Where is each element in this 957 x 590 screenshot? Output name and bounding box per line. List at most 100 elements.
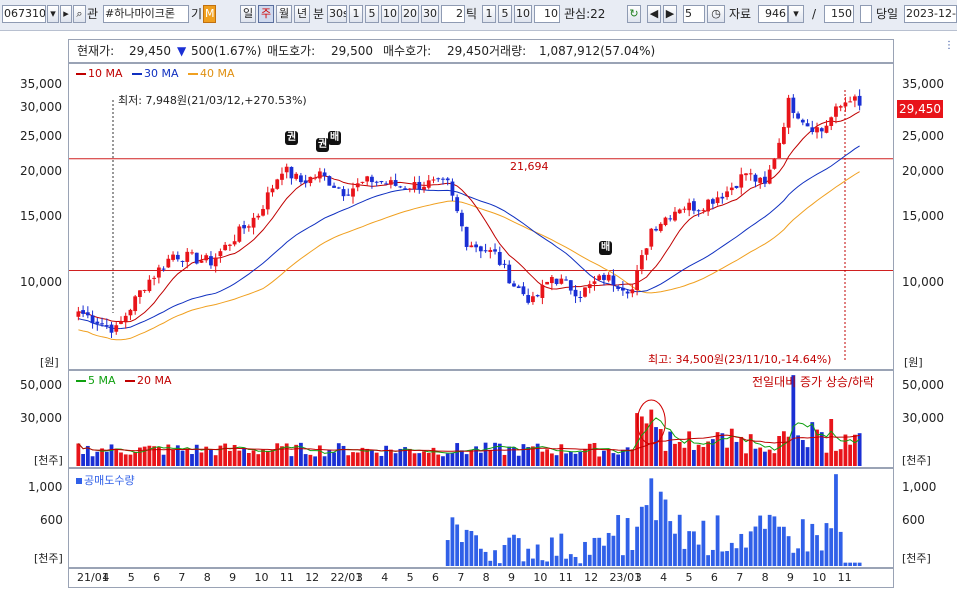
volume-bar bbox=[777, 436, 782, 466]
short-tick-right-600: 600 bbox=[902, 513, 925, 527]
candle-body bbox=[677, 209, 682, 214]
candle-body bbox=[199, 260, 204, 263]
candle-body bbox=[853, 96, 857, 101]
short-sale-bar bbox=[715, 515, 720, 566]
short-sale-bar bbox=[649, 478, 654, 566]
candle-body bbox=[190, 252, 194, 254]
volume-bar bbox=[488, 449, 493, 466]
x-tick-label: 4 bbox=[102, 571, 110, 584]
short-sale-bar bbox=[834, 474, 838, 566]
short-sale-bar bbox=[573, 556, 578, 566]
short-sale-bar bbox=[445, 540, 450, 566]
short-sale-bar bbox=[682, 548, 687, 566]
short-sale-bar bbox=[758, 515, 763, 566]
candle-body bbox=[360, 181, 365, 183]
volume-bar bbox=[853, 434, 857, 466]
candle-body bbox=[744, 173, 748, 176]
candle-body bbox=[758, 177, 763, 183]
volume-bar bbox=[564, 453, 568, 466]
y-tick-right-35000: 35,000 bbox=[902, 77, 944, 91]
short-sale-bar bbox=[521, 561, 526, 566]
volume-bar bbox=[313, 456, 318, 466]
candle-body bbox=[275, 179, 280, 189]
volume-bar bbox=[554, 455, 559, 466]
short-sale-bar bbox=[848, 562, 853, 566]
x-tick-label: 12 bbox=[305, 571, 320, 584]
candle-body bbox=[128, 309, 133, 316]
volume-bar bbox=[763, 451, 767, 466]
candle-body bbox=[379, 181, 384, 183]
candle-body bbox=[351, 188, 355, 197]
x-axis: 21/01 4 5 6 7 8 9 10 11 12 22/01 3 4 5 6 7 8 9 10 11 12 23/01… bbox=[68, 568, 894, 588]
candle-body bbox=[729, 187, 734, 191]
volume-bar bbox=[602, 450, 606, 466]
candle-body bbox=[512, 283, 516, 287]
short-sale-bar bbox=[497, 563, 502, 566]
volume-bar bbox=[412, 453, 417, 466]
short-sale-bar bbox=[483, 551, 488, 566]
candle-body bbox=[848, 101, 853, 103]
candle-body bbox=[531, 296, 535, 303]
price-legend: 10 MA 30 MA 40 MA bbox=[76, 67, 235, 80]
volume-bar bbox=[398, 448, 403, 466]
volume-bar bbox=[455, 443, 460, 466]
candle-body bbox=[398, 186, 403, 188]
candle-body bbox=[384, 183, 389, 185]
volume-bar bbox=[606, 448, 611, 466]
candle-body bbox=[701, 209, 706, 211]
short-sale-bar bbox=[630, 550, 635, 566]
candle-body bbox=[535, 295, 540, 297]
volume-bar bbox=[426, 452, 431, 466]
short-sale-bar bbox=[639, 506, 644, 566]
short-sale-bar bbox=[853, 562, 857, 566]
short-sale-bar bbox=[677, 514, 682, 566]
short-sale-bar bbox=[725, 551, 729, 566]
candle-body bbox=[710, 199, 715, 204]
x-tick-label: 8 bbox=[203, 571, 211, 584]
candle-body bbox=[237, 226, 242, 242]
short-sale-bar bbox=[824, 523, 829, 566]
candle-body bbox=[834, 106, 838, 117]
volume-bar bbox=[171, 449, 175, 466]
volume-bar bbox=[573, 453, 578, 466]
short-sale-bar bbox=[526, 548, 531, 566]
volume-bar bbox=[355, 452, 360, 466]
candle-body bbox=[209, 256, 213, 266]
legend-ma40: 40 MA bbox=[188, 67, 235, 80]
short-sale-bar bbox=[587, 554, 592, 566]
volume-bar bbox=[199, 452, 204, 466]
candle-body bbox=[218, 251, 223, 257]
volume-bar bbox=[796, 435, 800, 466]
candle-body bbox=[592, 281, 597, 284]
x-tick-label: 6 bbox=[153, 571, 161, 584]
candle-body bbox=[658, 223, 663, 231]
candle-body bbox=[630, 289, 635, 294]
volume-bar bbox=[237, 450, 242, 466]
candle-body bbox=[95, 321, 100, 324]
candle-body bbox=[810, 127, 815, 133]
chart-canvas bbox=[69, 89, 893, 566]
candle-body bbox=[445, 178, 450, 181]
x-tick-label: 8 bbox=[761, 571, 769, 584]
candle-body bbox=[800, 119, 805, 123]
candle-body bbox=[673, 211, 677, 221]
candle-body bbox=[715, 197, 720, 204]
volume-bar bbox=[209, 449, 213, 466]
candle-body bbox=[280, 173, 284, 180]
short-sale-bar bbox=[635, 526, 639, 566]
volume-bar bbox=[275, 443, 280, 466]
volume-bar bbox=[104, 451, 109, 466]
candle-body bbox=[256, 215, 261, 218]
x-tick-label: 6 bbox=[710, 571, 718, 584]
volume-bar bbox=[729, 428, 734, 466]
volume-bar bbox=[521, 444, 526, 466]
candle-body bbox=[426, 180, 431, 188]
volume-bar bbox=[758, 447, 763, 466]
short-sale-bar bbox=[829, 528, 834, 566]
x-tick-label: 10 bbox=[254, 571, 269, 584]
short-sale-bar bbox=[564, 558, 568, 566]
short-sale-bar bbox=[559, 533, 564, 566]
x-tick-label: 3 bbox=[634, 571, 642, 584]
short-tick-left-600: 600 bbox=[40, 513, 63, 527]
volume-bar bbox=[478, 452, 483, 466]
